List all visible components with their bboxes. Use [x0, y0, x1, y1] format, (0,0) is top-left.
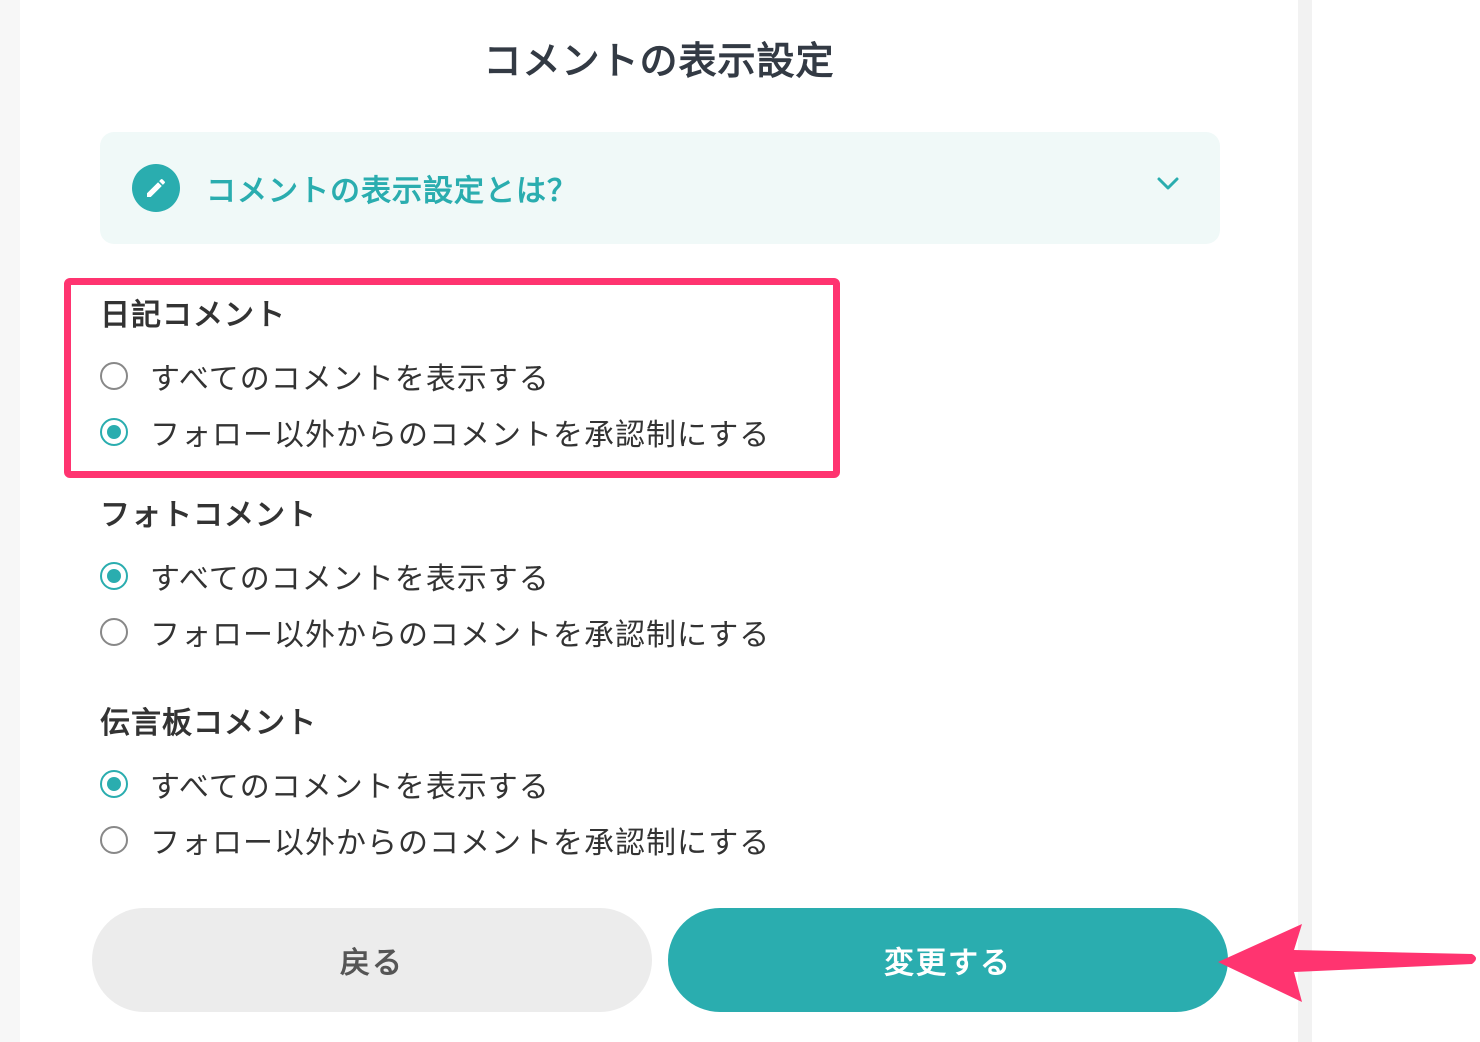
page-title: コメントの表示設定 — [483, 39, 835, 83]
back-button[interactable]: 戻る — [92, 908, 652, 1012]
pencil-icon — [132, 164, 180, 212]
radio-option-label: すべてのコメントを表示する — [150, 770, 550, 805]
radio-button[interactable] — [100, 826, 128, 854]
radio-option[interactable]: すべてのコメントを表示する — [100, 756, 770, 812]
radio-option[interactable]: フォロー以外からのコメントを承認制にする — [100, 604, 770, 660]
side-background — [1298, 0, 1480, 1042]
radio-option-label: フォロー以外からのコメントを承認制にする — [150, 826, 771, 861]
chevron-down-icon — [1157, 177, 1179, 190]
radio-option[interactable]: フォロー以外からのコメントを承認制にする — [100, 812, 770, 868]
annotation-arrow-icon — [1218, 924, 1476, 1002]
radio-option[interactable]: すべてのコメントを表示する — [100, 548, 770, 604]
submit-button[interactable]: 変更する — [668, 908, 1228, 1012]
photo-comment-section: フォトコメント すべてのコメントを表示する フォロー以外からのコメントを承認制に… — [100, 496, 770, 660]
section-title: フォトコメント — [100, 498, 317, 533]
radio-option-label: すべてのコメントを表示する — [150, 562, 550, 597]
radio-option-label: フォロー以外からのコメントを承認制にする — [150, 618, 771, 653]
section-title: 伝言板コメント — [100, 706, 317, 741]
radio-button-checked[interactable] — [100, 770, 128, 798]
message-board-comment-section: 伝言板コメント すべてのコメントを表示する フォロー以外からのコメントを承認制に… — [100, 704, 770, 868]
help-accordion-label: コメントの表示設定とは？ — [206, 174, 578, 209]
radio-button-checked[interactable] — [100, 562, 128, 590]
help-accordion[interactable]: コメントの表示設定とは？ — [100, 132, 1220, 244]
radio-button[interactable] — [100, 618, 128, 646]
highlight-box — [64, 278, 840, 478]
